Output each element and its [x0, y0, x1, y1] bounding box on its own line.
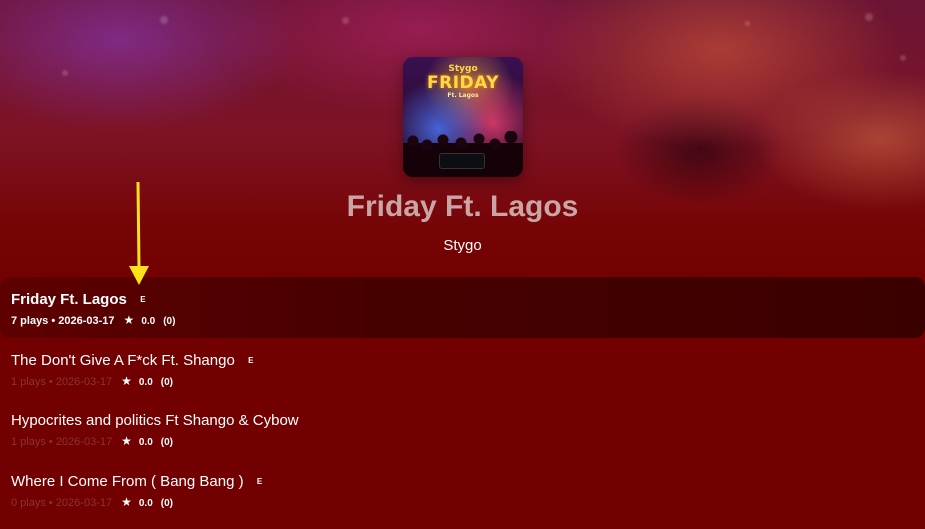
- star-icon[interactable]: ★: [121, 495, 132, 509]
- star-icon[interactable]: ★: [124, 313, 135, 327]
- track-title[interactable]: Where I Come From ( Bang Bang ) E: [11, 473, 266, 490]
- track-title-text: Hypocrites and politics Ft Shango & Cybo…: [11, 412, 299, 429]
- cover-feature-text: Ft. Lagos: [447, 92, 479, 99]
- explicit-badge: E: [140, 295, 146, 304]
- track-title-text: Where I Come From ( Bang Bang ): [11, 473, 244, 490]
- track-plays-date: 7 plays • 2026-03-17: [11, 315, 115, 327]
- track-rating: 0.0: [138, 437, 153, 448]
- bokeh-light: [900, 55, 906, 61]
- track-title[interactable]: Hypocrites and politics Ft Shango & Cybo…: [11, 412, 299, 429]
- bokeh-light: [865, 13, 873, 21]
- track-row[interactable]: Where I Come From ( Bang Bang ) E 0 plays…: [0, 459, 925, 519]
- track-meta: 1 plays • 2026-03-17 ★ 0.0 (0): [11, 434, 173, 448]
- track-row[interactable]: The Don't Give A F*ck Ft. Shango E 1 play…: [0, 338, 925, 398]
- track-rating-count: (0): [163, 316, 176, 327]
- explicit-badge: E: [256, 477, 263, 486]
- star-icon[interactable]: ★: [121, 374, 132, 388]
- album-cover[interactable]: Stygo FRIDAY Ft. Lagos: [403, 57, 523, 177]
- track-rating-count: (0): [160, 377, 173, 388]
- track-rating-count: (0): [160, 437, 173, 448]
- track-title-text: Friday Ft. Lagos: [11, 291, 127, 308]
- track-meta: 0 plays • 2026-03-17 ★ 0.0 (0): [11, 495, 173, 509]
- track-row[interactable]: Friday Ft. Lagos E 7 plays • 2026-03-17 ★ 0…: [0, 277, 925, 338]
- bokeh-light: [160, 16, 168, 24]
- track-row[interactable]: Hypocrites and politics Ft Shango & Cybo…: [0, 398, 925, 458]
- track-title[interactable]: The Don't Give A F*ck Ft. Shango E: [11, 352, 257, 369]
- track-rating: 0.0: [138, 498, 153, 509]
- track-rating: 0.0: [141, 316, 156, 327]
- star-icon[interactable]: ★: [121, 434, 132, 448]
- bokeh-light: [62, 70, 68, 76]
- bokeh-light: [342, 17, 349, 24]
- track-meta: 1 plays • 2026-03-17 ★ 0.0 (0): [11, 374, 173, 388]
- track-title-text: The Don't Give A F*ck Ft. Shango: [11, 352, 235, 369]
- track-plays-date: 1 plays • 2026-03-17: [11, 436, 113, 448]
- track-title[interactable]: Friday Ft. Lagos E: [11, 291, 149, 308]
- arrow-down-icon: [129, 182, 149, 285]
- track-plays-date: 1 plays • 2026-03-17: [11, 376, 113, 388]
- cover-title-text: FRIDAY: [427, 73, 499, 93]
- cover-dj-decks-art: [439, 153, 485, 169]
- track-rating-count: (0): [160, 498, 173, 509]
- explicit-badge: E: [248, 356, 254, 365]
- track-plays-date: 0 plays • 2026-03-17: [11, 497, 113, 509]
- track-meta: 7 plays • 2026-03-17 ★ 0.0 (0): [11, 313, 175, 327]
- track-rating: 0.0: [138, 377, 153, 388]
- bokeh-light: [745, 21, 750, 26]
